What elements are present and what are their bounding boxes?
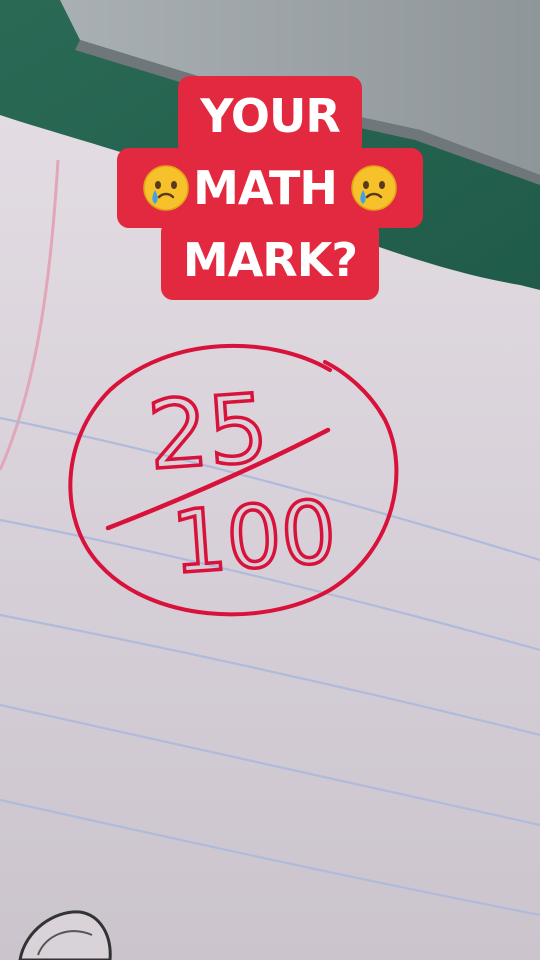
caption-line-1-text: YOUR (200, 89, 341, 143)
face-holding-back-tears-icon (141, 163, 191, 213)
caption-line-3-text: MARK? (182, 233, 358, 287)
caption-line-2: MATH (117, 148, 423, 228)
photo-scene: 25 100 YOUR MATH MARK? (0, 0, 540, 960)
grade-numerator: 25 (145, 374, 272, 491)
caption-line-1: YOUR (178, 76, 362, 156)
face-holding-back-tears-icon (349, 163, 399, 213)
caption-line-2-text: MATH (193, 161, 338, 215)
caption-overlay: YOUR MATH MARK? (0, 76, 540, 300)
grade-denominator: 100 (169, 482, 340, 593)
caption-line-3: MARK? (160, 220, 380, 300)
